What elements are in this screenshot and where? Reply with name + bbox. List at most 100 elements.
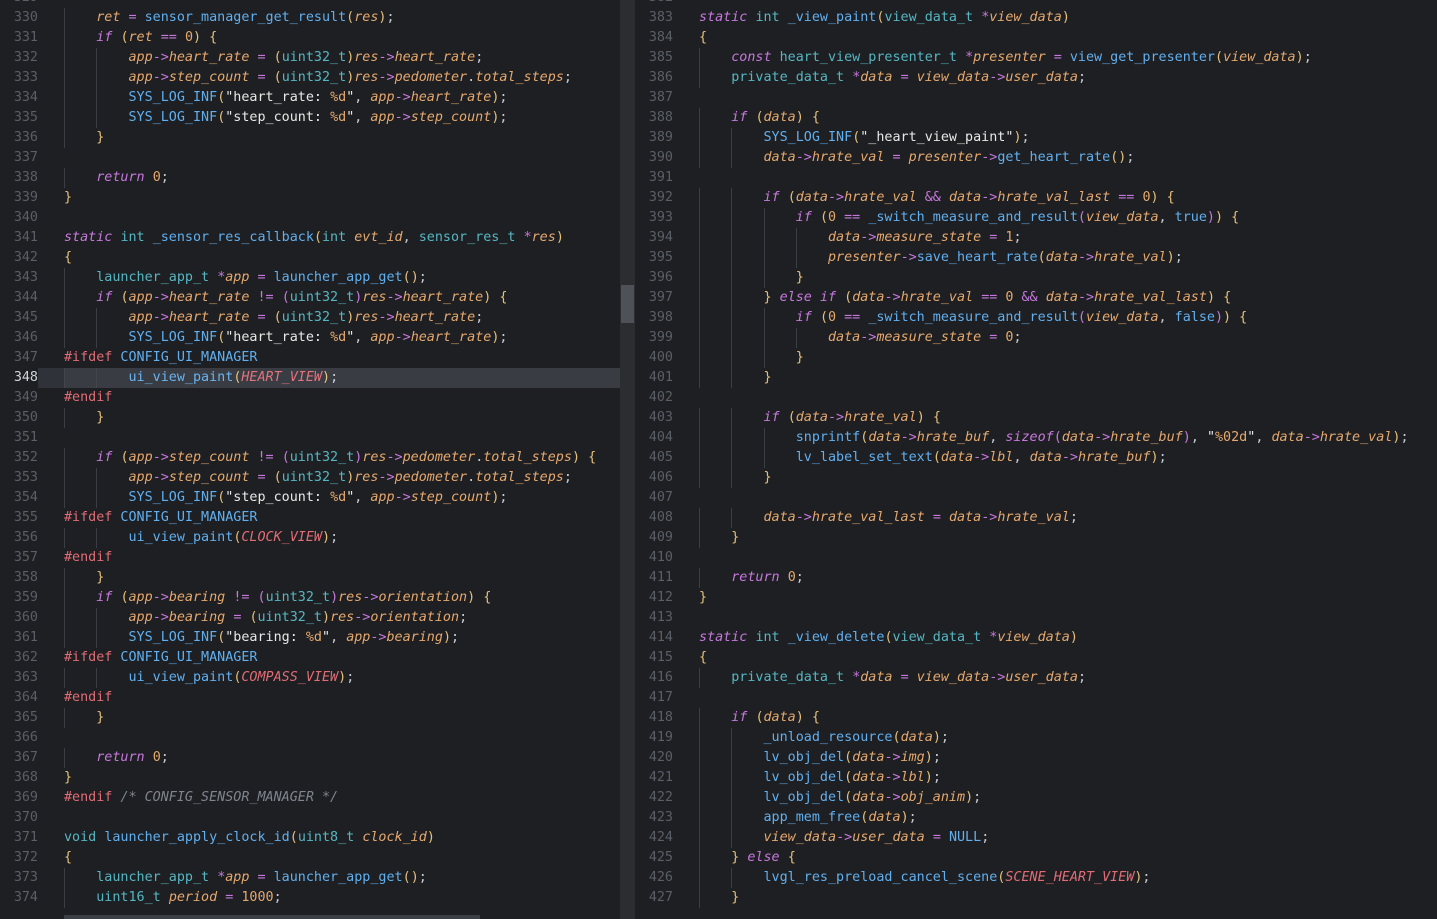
code-line[interactable]: 340 [0,208,620,228]
code-text[interactable]: if (app->step_count != (uint32_t)res->pe… [38,448,620,468]
code-line[interactable]: 333 app->step_count = (uint32_t)res->ped… [0,68,620,88]
code-line[interactable]: 353 app->step_count = (uint32_t)res->ped… [0,468,620,488]
code-line[interactable]: 399 data->measure_state = 0; [635,328,1437,348]
code-line[interactable]: 400 } [635,348,1437,368]
code-line[interactable]: 369 #endif /* CONFIG_SENSOR_MANAGER */ [0,788,620,808]
code-text[interactable]: #endif /* CONFIG_SENSOR_MANAGER */ [38,788,620,808]
code-line[interactable]: 357 #endif [0,548,620,568]
code-text[interactable]: { [38,248,620,268]
code-line[interactable]: 339} [0,188,620,208]
code-text[interactable] [38,208,620,228]
code-text[interactable] [673,168,1437,188]
code-text[interactable]: if (data) { [673,108,1437,128]
code-text[interactable]: } [673,588,1437,608]
code-line[interactable]: 359 if (app->bearing != (uint32_t)res->o… [0,588,620,608]
code-text[interactable]: SYS_LOG_INF("_heart_view_paint"); [673,128,1437,148]
code-line[interactable]: 384{ [635,28,1437,48]
code-text[interactable] [673,0,1437,8]
code-text[interactable]: ui_view_paint(HEART_VIEW); [38,368,620,388]
code-text[interactable]: } [38,408,620,428]
code-text[interactable]: if (app->heart_rate != (uint32_t)res->he… [38,288,620,308]
code-line[interactable]: 423 app_mem_free(data); [635,808,1437,828]
code-text[interactable] [38,728,620,748]
code-text[interactable]: } [673,348,1437,368]
code-text[interactable]: #ifdef CONFIG_UI_MANAGER [38,348,620,368]
code-line[interactable]: 397 } else if (data->hrate_val == 0 && d… [635,288,1437,308]
code-line[interactable]: 404 snprintf(data->hrate_buf, sizeof(dat… [635,428,1437,448]
code-line[interactable]: 338 return 0; [0,168,620,188]
code-line[interactable]: 425 } else { [635,848,1437,868]
code-text[interactable]: app->step_count = (uint32_t)res->pedomet… [38,468,620,488]
code-text[interactable]: lvgl_res_preload_cancel_scene(SCENE_HEAR… [673,868,1437,888]
code-text[interactable] [673,548,1437,568]
code-text[interactable]: private_data_t *data = view_data->user_d… [673,68,1437,88]
code-text[interactable]: { [38,848,620,868]
code-text[interactable] [673,488,1437,508]
right-editor-pane[interactable]: 382383static int _view_paint(view_data_t… [635,0,1437,919]
code-line[interactable]: 408 data->hrate_val_last = data->hrate_v… [635,508,1437,528]
code-text[interactable]: _unload_resource(data); [673,728,1437,748]
code-text[interactable]: } else if (data->hrate_val == 0 && data-… [673,288,1437,308]
code-text[interactable]: #endif [38,688,620,708]
code-text[interactable]: data->hrate_val = presenter->get_heart_r… [673,148,1437,168]
code-line[interactable]: 335 SYS_LOG_INF("step_count: %d", app->s… [0,108,620,128]
code-text[interactable] [673,88,1437,108]
code-text[interactable]: void launcher_apply_clock_id(uint8_t clo… [38,828,620,848]
code-line[interactable]: 345 app->heart_rate = (uint32_t)res->hea… [0,308,620,328]
code-line[interactable]: 367 return 0; [0,748,620,768]
code-line[interactable]: 358 } [0,568,620,588]
code-line[interactable]: 354 SYS_LOG_INF("step_count: %d", app->s… [0,488,620,508]
code-text[interactable]: launcher_app_t *app = launcher_app_get()… [38,868,620,888]
code-text[interactable]: ui_view_paint(CLOCK_VIEW); [38,528,620,548]
code-line[interactable]: 343 launcher_app_t *app = launcher_app_g… [0,268,620,288]
code-line[interactable]: 394 data->measure_state = 1; [635,228,1437,248]
code-line[interactable]: 398 if (0 == _switch_measure_and_result(… [635,308,1437,328]
code-line[interactable]: 347 #ifdef CONFIG_UI_MANAGER [0,348,620,368]
code-line[interactable]: 393 if (0 == _switch_measure_and_result(… [635,208,1437,228]
code-text[interactable]: presenter->save_heart_rate(data->hrate_v… [673,248,1437,268]
code-line[interactable]: 352 if (app->step_count != (uint32_t)res… [0,448,620,468]
code-text[interactable]: ret = sensor_manager_get_result(res); [38,8,620,28]
code-text[interactable]: app->bearing = (uint32_t)res->orientatio… [38,608,620,628]
code-text[interactable]: static int _sensor_res_callback(int evt_… [38,228,620,248]
code-line[interactable]: 403 if (data->hrate_val) { [635,408,1437,428]
code-text[interactable]: if (app->bearing != (uint32_t)res->orien… [38,588,620,608]
code-line[interactable]: 363 ui_view_paint(COMPASS_VIEW); [0,668,620,688]
code-line[interactable]: 387 [635,88,1437,108]
code-line[interactable]: 332 app->heart_rate = (uint32_t)res->hea… [0,48,620,68]
code-line[interactable]: 362 #ifdef CONFIG_UI_MANAGER [0,648,620,668]
code-line[interactable]: 422 lv_obj_del(data->obj_anim); [635,788,1437,808]
code-text[interactable]: } [38,128,620,148]
code-line[interactable]: 416 private_data_t *data = view_data->us… [635,668,1437,688]
code-line[interactable]: 374 uint16_t period = 1000; [0,888,620,908]
code-text[interactable]: static int _view_delete(view_data_t *vie… [673,628,1437,648]
code-text[interactable]: app->heart_rate = (uint32_t)res->heart_r… [38,48,620,68]
code-line[interactable]: 330 ret = sensor_manager_get_result(res)… [0,8,620,28]
code-text[interactable] [673,608,1437,628]
scrollbar-thumb[interactable] [621,285,634,323]
code-line[interactable]: 426 lvgl_res_preload_cancel_scene(SCENE_… [635,868,1437,888]
code-line[interactable]: 331 if (ret == 0) { [0,28,620,48]
code-text[interactable]: if (0 == _switch_measure_and_result(view… [673,208,1437,228]
code-line[interactable]: 390 data->hrate_val = presenter->get_hea… [635,148,1437,168]
code-text[interactable]: } else { [673,848,1437,868]
code-line[interactable]: 410 [635,548,1437,568]
code-line[interactable]: 386 private_data_t *data = view_data->us… [635,68,1437,88]
code-line[interactable]: 348 ui_view_paint(HEART_VIEW); [0,368,620,388]
left-editor-pane[interactable]: 329330 ret = sensor_manager_get_result(r… [0,0,620,919]
code-text[interactable]: } [38,568,620,588]
pane-divider[interactable] [620,0,635,919]
code-line[interactable]: 361 SYS_LOG_INF("bearing: %d", app->bear… [0,628,620,648]
code-text[interactable]: #endif [38,548,620,568]
code-text[interactable]: if (data->hrate_val && data->hrate_val_l… [673,188,1437,208]
code-line[interactable]: 389 SYS_LOG_INF("_heart_view_paint"); [635,128,1437,148]
code-line[interactable]: 414 static int _view_delete(view_data_t *… [635,628,1437,648]
code-text[interactable]: app->step_count = (uint32_t)res->pedomet… [38,68,620,88]
code-text[interactable]: return 0; [38,168,620,188]
code-text[interactable]: } [673,888,1437,908]
code-text[interactable]: } [38,768,620,788]
code-text[interactable]: #endif [38,388,620,408]
code-text[interactable] [38,148,620,168]
code-line[interactable]: 388 if (data) { [635,108,1437,128]
code-text[interactable]: data->measure_state = 1; [673,228,1437,248]
